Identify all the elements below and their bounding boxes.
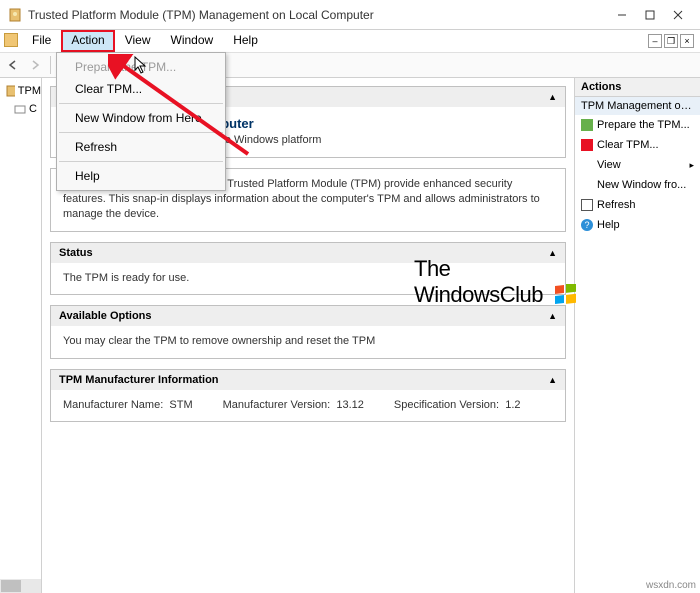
collapse-icon[interactable]: ▲ (548, 92, 557, 102)
mdi-restore-button[interactable]: ❐ (664, 34, 678, 48)
tree-pane: TPM C (0, 78, 42, 593)
menu-action[interactable]: Action (61, 30, 114, 52)
manu-name-value: STM (169, 399, 192, 411)
doc-icon (4, 33, 18, 47)
tree-scrollbar[interactable] (0, 579, 41, 593)
manu-name-label: Manufacturer Name: (63, 399, 163, 411)
window-title: Trusted Platform Module (TPM) Management… (28, 8, 374, 22)
menu-item-refresh[interactable]: Refresh (57, 136, 225, 158)
nav-forward-icon[interactable] (26, 56, 44, 74)
menu-item-clear-tpm[interactable]: Clear TPM... (57, 78, 225, 100)
spec-version-label: Specification Version: (394, 399, 499, 411)
spec-version-value: 1.2 (505, 399, 520, 411)
image-credit: wsxdn.com (646, 580, 696, 591)
menu-separator (59, 103, 223, 104)
collapse-icon[interactable]: ▲ (548, 311, 557, 321)
close-button[interactable] (664, 5, 692, 25)
menu-file[interactable]: File (22, 30, 61, 52)
status-text: The TPM is ready for use. (51, 263, 565, 294)
action-menu-dropdown: Prepare the TPM... Clear TPM... New Wind… (56, 52, 226, 191)
mdi-close-button[interactable]: × (680, 34, 694, 48)
status-section: Status ▲ The TPM is ready for use. (50, 242, 566, 295)
menu-item-help[interactable]: Help (57, 165, 225, 187)
action-new-window[interactable]: New Window fro... (575, 175, 700, 195)
mdi-minimize-button[interactable]: – (648, 34, 662, 48)
menu-view[interactable]: View (115, 30, 161, 52)
nav-back-icon[interactable] (4, 56, 22, 74)
actions-subheader[interactable]: TPM Management on ... (575, 97, 700, 115)
menu-separator (59, 132, 223, 133)
manu-version-value: 13.12 (336, 399, 364, 411)
available-options-section: Available Options ▲ You may clear the TPM… (50, 305, 566, 358)
action-clear-tpm[interactable]: Clear TPM... (575, 135, 700, 155)
menu-item-prepare-tpm: Prepare the TPM... (57, 56, 225, 78)
refresh-icon (581, 199, 593, 211)
collapse-icon[interactable]: ▲ (548, 248, 557, 258)
maximize-button[interactable] (636, 5, 664, 25)
action-refresh[interactable]: Refresh (575, 195, 700, 215)
actions-header: Actions (575, 78, 700, 97)
section-header: Available Options (59, 310, 152, 322)
cross-icon (581, 139, 593, 151)
menu-separator (59, 161, 223, 162)
available-options-text: You may clear the TPM to remove ownershi… (51, 326, 565, 357)
manu-version-label: Manufacturer Version: (223, 399, 331, 411)
manufacturer-section: TPM Manufacturer Information ▲ Manufactur… (50, 369, 566, 422)
action-prepare-tpm[interactable]: Prepare the TPM... (575, 115, 700, 135)
section-header: Status (59, 247, 93, 259)
tree-node-child[interactable]: C (0, 100, 41, 118)
section-header: TPM Manufacturer Information (59, 374, 219, 386)
menu-window[interactable]: Window (161, 30, 224, 52)
actions-pane: Actions TPM Management on ... Prepare th… (574, 78, 700, 593)
arrow-right-icon (581, 119, 593, 131)
app-icon (8, 8, 22, 22)
menu-bar: File Action View Window Help – ❐ × (0, 30, 700, 52)
tree-node-label: TPM (18, 85, 41, 97)
tree-node-label: C (29, 103, 37, 115)
menu-item-new-window[interactable]: New Window from Here (57, 107, 225, 129)
action-view[interactable]: View (575, 155, 700, 175)
help-icon: ? (581, 219, 593, 231)
title-bar: Trusted Platform Module (TPM) Management… (0, 0, 700, 30)
minimize-button[interactable] (608, 5, 636, 25)
tree-node-tpm[interactable]: TPM (0, 82, 41, 100)
collapse-icon[interactable]: ▲ (548, 375, 557, 385)
action-help[interactable]: ?Help (575, 215, 700, 235)
menu-help[interactable]: Help (223, 30, 268, 52)
